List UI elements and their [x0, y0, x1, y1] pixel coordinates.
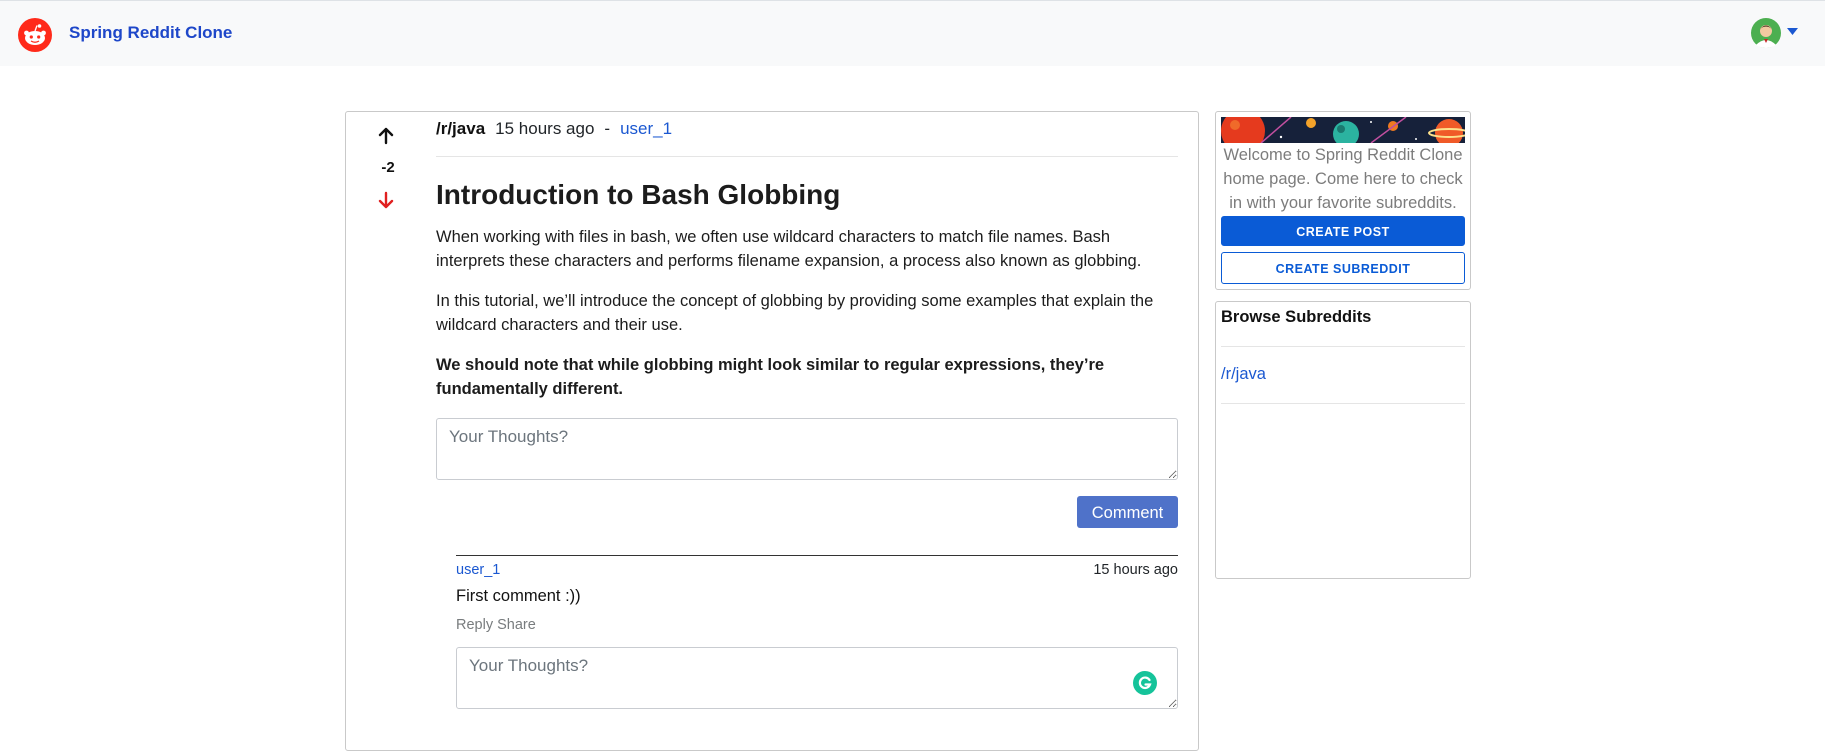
subreddit-list-item[interactable]: /r/java [1221, 365, 1266, 384]
divider [1221, 346, 1465, 347]
reddit-logo-icon[interactable] [18, 18, 52, 52]
comment-button[interactable]: Comment [1077, 496, 1178, 528]
post-time: 15 hours ago [495, 119, 595, 138]
comment-textarea[interactable] [436, 418, 1178, 480]
post-paragraph: When working with files in bash, we ofte… [436, 228, 1142, 270]
share-button[interactable]: Share [497, 617, 536, 633]
reply-button[interactable]: Reply [456, 617, 493, 633]
post-title: Introduction to Bash Globbing [436, 179, 841, 210]
upvote-arrow-icon[interactable] [377, 127, 395, 145]
welcome-text: Welcome to Spring Reddit Clone home page… [1223, 146, 1463, 212]
vote-count: -2 [381, 159, 395, 176]
meta-separator: - [604, 119, 611, 138]
browse-subreddits-title: Browse Subreddits [1221, 308, 1372, 326]
space-banner-image [1221, 117, 1465, 143]
divider [1221, 403, 1465, 404]
divider [436, 156, 1178, 157]
reply-textarea[interactable] [456, 647, 1178, 709]
create-post-button[interactable]: CREATE POST [1221, 216, 1465, 246]
post-meta: /r/java 15 hours ago - user_1 [436, 119, 672, 139]
subreddit-link[interactable]: /r/java [436, 119, 485, 138]
browse-subreddits-card [1215, 301, 1471, 579]
caret-down-icon[interactable] [1787, 28, 1798, 36]
grammarly-icon[interactable] [1133, 671, 1157, 695]
downvote-arrow-icon[interactable] [377, 191, 395, 209]
author-link[interactable]: user_1 [620, 119, 672, 138]
user-avatar-icon[interactable] [1751, 18, 1781, 48]
comment-divider [456, 555, 1178, 556]
navbar: Spring Reddit Clone [0, 0, 1825, 66]
post-paragraph: In this tutorial, we’ll introduce the co… [436, 292, 1154, 334]
post-paragraph-bold: We should note that while globbing might… [436, 356, 1105, 398]
create-subreddit-button[interactable]: CREATE SUBREDDIT [1221, 252, 1465, 284]
comment-text: First comment :)) [456, 587, 581, 605]
comment-time: 15 hours ago [1093, 562, 1178, 578]
comment-author-link[interactable]: user_1 [456, 562, 500, 578]
brand-link[interactable]: Spring Reddit Clone [69, 23, 232, 43]
comment-actions: Reply Share [456, 617, 540, 633]
